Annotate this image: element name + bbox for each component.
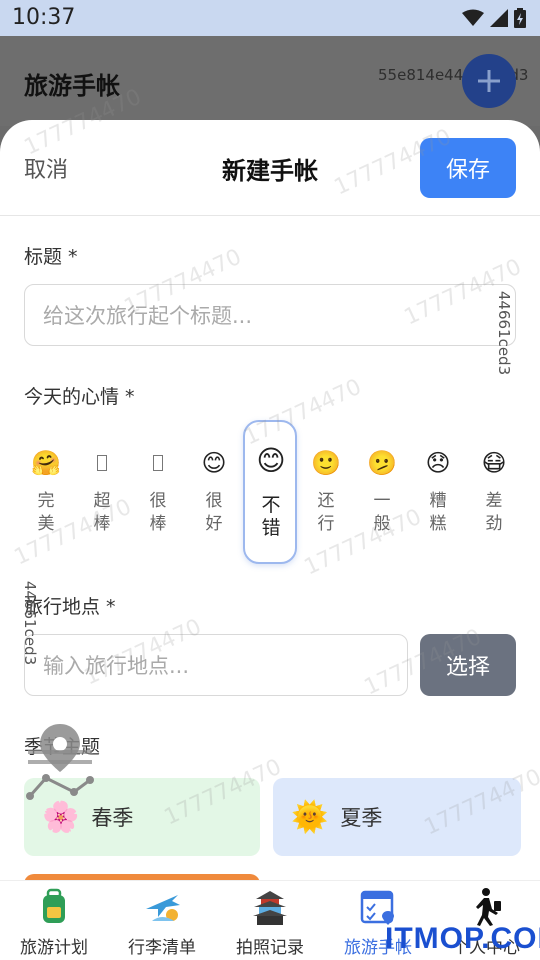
mood-label-line1: 很 [205,491,223,511]
title-input[interactable]: 给这次旅行起个标题... [24,284,516,346]
mood-option-good[interactable]: 😊 很好 [188,420,240,564]
new-journal-sheet: 取消 新建手帐 保存 标题 * 给这次旅行起个标题... 今天的心情 * 🤗 完… [0,120,540,880]
wifi-icon [462,9,484,26]
mood-option-great[interactable]: 很棒 [132,420,184,564]
mood-label-line2: 劲 [485,514,503,534]
mood-option-terrible[interactable]: 😷 差劲 [468,420,520,564]
mood-option-not-bad[interactable]: 😊 不错 [243,420,297,564]
sun-icon: 🌞 [291,799,329,835]
sad-face-icon: 😞 [425,449,451,477]
season-name: 春季 [91,806,134,830]
map-pin-overlay-icon [26,724,94,800]
save-button[interactable]: 保存 [420,138,516,198]
app-title: 旅游手帐 [24,72,120,100]
side-watermark: 44661ced3 [21,580,40,666]
missing-glyph-icon [132,448,184,478]
mood-option-bad[interactable]: 😞 糟糕 [412,420,464,564]
tab-label: 行李清单 [128,938,196,958]
season-card-summer[interactable]: 🌞 夏季 [273,778,521,856]
cherry-blossom-icon: 🌸 [42,799,80,835]
mood-label-line2: 行 [317,514,335,534]
mood-label-line2: 好 [205,514,223,534]
status-time: 10:37 [12,5,76,30]
mood-label-line1: 完 [37,491,55,511]
select-location-button[interactable]: 选择 [420,634,516,696]
mood-option-perfect[interactable]: 🤗 完美 [20,420,72,564]
map-checklist-icon [360,890,394,925]
tab-photo-record[interactable]: 拍照记录 [216,881,324,960]
mood-label-line1: 差 [485,491,503,511]
missing-glyph-icon [76,448,128,478]
mood-label-line1: 糟 [429,491,447,511]
side-watermark: 44661ced3 [495,290,514,376]
mood-label-line1: 一 [373,491,391,511]
add-journal-fab[interactable] [462,54,516,108]
location-input-placeholder: 输入旅行地点... [43,654,190,678]
battery-icon [514,8,526,28]
mood-selector: 🤗 完美 超棒 很棒 😊 很好 😊 不错 🙂 还行 🫤 一般 😞 糟 糕 😷 差… [24,420,540,564]
signal-icon [490,9,508,27]
blushing-face-icon: 😊 [256,444,286,477]
smiling-face-icon: 😊 [201,449,227,477]
app-bar: 旅游手帐 55e814e44661ced3 [0,36,540,126]
airplane-icon [146,895,180,921]
mood-label: 今天的心情 * [24,386,135,408]
mood-label-line2: 棒 [149,514,167,534]
mood-option-super[interactable]: 超棒 [76,420,128,564]
slight-smile-icon: 🙂 [311,449,341,477]
tab-travel-plan[interactable]: 旅游计划 [0,881,108,960]
mood-option-okay[interactable]: 🙂 还行 [300,420,352,564]
mood-label-line2: 糕 [429,514,447,534]
location-input[interactable]: 输入旅行地点... [24,634,408,696]
title-label: 标题 * [24,246,78,268]
season-name: 夏季 [340,806,383,830]
neutral-face-icon: 🫤 [367,449,397,477]
status-bar: 10:37 [0,0,540,36]
sheet-header: 取消 新建手帐 保存 [0,120,540,216]
status-icons [462,8,526,28]
mood-label-line1: 很 [149,491,167,511]
mood-label-line1: 超 [93,491,111,511]
title-input-placeholder: 给这次旅行起个标题... [43,304,253,328]
pagoda-icon [253,891,287,925]
mood-label-line2: 般 [373,514,391,534]
mood-label-line1: 还 [317,491,335,511]
backpack-icon [43,888,65,923]
tab-label: 拍照记录 [236,938,304,958]
tab-label: 旅游计划 [20,938,88,958]
plus-icon [478,70,500,92]
mood-label-line1: 不 [261,494,281,516]
hugging-face-icon: 🤗 [31,449,61,477]
mood-label-line2: 美 [37,514,55,534]
mask-face-icon: 😷 [481,449,507,477]
mood-label-line2: 棒 [93,514,111,534]
tab-packing-list[interactable]: 行李清单 [108,881,216,960]
brand-watermark: ITMOP.COM [385,922,540,955]
mood-option-average[interactable]: 🫤 一般 [356,420,408,564]
mood-label-line2: 错 [261,517,281,539]
walking-person-icon [476,888,501,926]
